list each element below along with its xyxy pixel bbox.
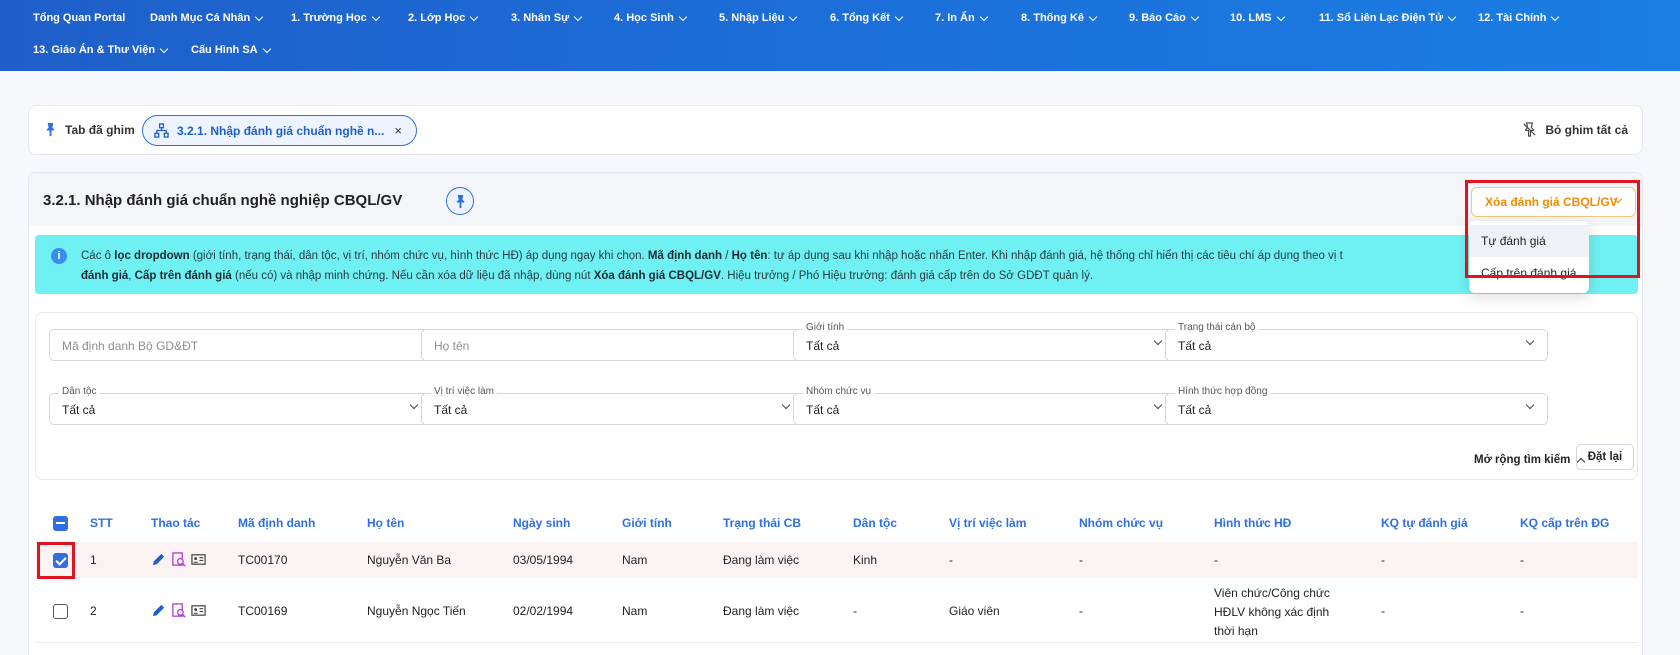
nav-item-so-lien-lac[interactable]: 11. Sổ Liên Lạc Điện Tử bbox=[1319, 12, 1457, 24]
pin-icon bbox=[46, 122, 55, 137]
pin-icon bbox=[456, 194, 464, 208]
col-gioi-tinh: Giới tính bbox=[622, 516, 672, 530]
page-title: 3.2.1. Nhập đánh giá chuẩn nghề nghiệp C… bbox=[43, 192, 403, 209]
table-header: STT Thao tác Mã định danh Họ tên Ngày si… bbox=[43, 513, 1623, 533]
nav-item-nhan-su[interactable]: 3. Nhân Sự bbox=[511, 12, 583, 24]
chevron-down-icon bbox=[470, 12, 479, 21]
delete-evaluation-menu: Tự đánh giá Cấp trên đánh giá bbox=[1469, 221, 1589, 293]
nav-item-tong-ket[interactable]: 6. Tổng Kết bbox=[830, 12, 904, 24]
nav-item-nhap-lieu[interactable]: 5. Nhập Liệu bbox=[719, 12, 798, 24]
row-actions bbox=[151, 603, 206, 618]
menu-item-tu-danh-gia[interactable]: Tự đánh giá bbox=[1469, 225, 1589, 257]
chevron-down-icon bbox=[254, 12, 264, 21]
chevron-down-icon bbox=[409, 400, 419, 410]
chevron-down-icon bbox=[159, 44, 169, 53]
edit-icon[interactable] bbox=[151, 552, 166, 567]
top-navigation: Tổng Quan Portal Danh Mục Cá Nhân 1. Trư… bbox=[0, 0, 1680, 71]
chevron-down-icon bbox=[1276, 12, 1285, 21]
chevron-down-icon bbox=[1153, 400, 1163, 410]
search-document-icon[interactable] bbox=[171, 603, 186, 618]
col-dan-toc: Dân tộc bbox=[853, 516, 898, 530]
row-checkbox[interactable] bbox=[53, 604, 68, 619]
nhom-chuc-vu-select[interactable]: Nhóm chức vụ Tất cả bbox=[793, 386, 1176, 425]
col-ho-ten: Họ tên bbox=[367, 516, 405, 530]
row-actions bbox=[151, 552, 206, 567]
nav-item-cau-hinh-sa[interactable]: Cấu Hình SA bbox=[191, 44, 271, 56]
nav-item-tai-chinh[interactable]: 12. Tài Chính bbox=[1478, 12, 1560, 24]
unpin-all-button[interactable]: Bỏ ghim tất cả bbox=[1522, 122, 1628, 137]
edit-icon[interactable] bbox=[151, 603, 166, 618]
close-icon[interactable]: × bbox=[394, 123, 402, 138]
pinned-tabs-bar: Tab đã ghim 3.2.1. Nhập đánh giá chuẩn n… bbox=[28, 105, 1643, 155]
pinned-tab-chip[interactable]: 3.2.1. Nhập đánh giá chuẩn nghề n... × bbox=[142, 115, 417, 146]
ho-ten-input[interactable]: Họ tên bbox=[421, 329, 804, 361]
pin-page-button[interactable] bbox=[446, 187, 474, 215]
chevron-down-icon bbox=[1447, 12, 1457, 21]
chevron-down-icon bbox=[979, 12, 988, 21]
nav-item-hoc-sinh[interactable]: 4. Học Sinh bbox=[614, 12, 688, 24]
gioi-tinh-select[interactable]: Giới tính Tất cả bbox=[793, 322, 1176, 361]
search-document-icon[interactable] bbox=[171, 552, 186, 567]
col-hinh-thuc: Hình thức HĐ bbox=[1214, 516, 1292, 530]
chevron-down-icon bbox=[1551, 12, 1560, 21]
col-ma-dinh-danh: Mã định danh bbox=[238, 516, 316, 530]
chevron-down-icon bbox=[262, 44, 271, 53]
filter-panel: Mã định danh Bộ GD&ĐT Họ tên Giới tính T… bbox=[35, 312, 1638, 480]
col-kq-tu-danh-gia: KQ tự đánh giá bbox=[1381, 516, 1468, 530]
reset-button[interactable]: Đặt lại bbox=[1576, 444, 1634, 470]
col-stt: STT bbox=[90, 516, 113, 530]
col-thao-tac: Thao tác bbox=[151, 516, 201, 530]
info-icon: i bbox=[51, 248, 67, 264]
ma-dinh-danh-input[interactable]: Mã định danh Bộ GD&ĐT bbox=[49, 329, 432, 361]
trang-thai-can-bo-select[interactable]: Trạng thái cán bộ Tất cả bbox=[1165, 322, 1548, 361]
col-vi-tri: Vị trí việc làm bbox=[949, 516, 1027, 530]
nav-item-in-an[interactable]: 7. In Ấn bbox=[935, 12, 988, 24]
unpin-icon bbox=[1523, 122, 1536, 137]
col-kq-cap-tren: KQ cấp trên ĐG bbox=[1520, 516, 1610, 530]
nav-item-lop-hoc[interactable]: 2. Lớp Học bbox=[408, 12, 479, 24]
chevron-down-icon bbox=[781, 400, 791, 410]
info-banner: i Các ô lọc dropdown (giới tính, trạng t… bbox=[35, 235, 1638, 294]
card-header: 3.2.1. Nhập đánh giá chuẩn nghề nghiệp C… bbox=[29, 173, 1642, 226]
delete-evaluation-button[interactable]: Xóa đánh giá CBQL/GV bbox=[1471, 187, 1636, 217]
main-card: 3.2.1. Nhập đánh giá chuẩn nghề nghiệp C… bbox=[28, 172, 1643, 655]
nav-item-tong-quan[interactable]: Tổng Quan Portal bbox=[33, 12, 125, 24]
chevron-down-icon bbox=[1525, 400, 1535, 410]
col-nhom-chuc-vu: Nhóm chức vụ bbox=[1079, 516, 1164, 530]
vi-tri-viec-lam-select[interactable]: Vị trí việc làm Tất cả bbox=[421, 386, 804, 425]
row-checkbox[interactable] bbox=[53, 553, 68, 568]
chevron-down-icon bbox=[789, 12, 798, 21]
nav-item-danh-muc[interactable]: Danh Mục Cá Nhân bbox=[150, 12, 264, 24]
chevron-down-icon bbox=[1153, 336, 1163, 346]
select-all-checkbox[interactable] bbox=[53, 516, 68, 531]
sitemap-icon bbox=[154, 123, 169, 138]
table-row: 1 TC00170 Nguyễn Văn Ba 03/05/1994 Nam Đ… bbox=[35, 542, 1638, 578]
col-ngay-sinh: Ngày sinh bbox=[513, 516, 571, 530]
chevron-down-icon bbox=[678, 12, 688, 21]
id-card-icon[interactable] bbox=[191, 603, 206, 618]
nav-item-lms[interactable]: 10. LMS bbox=[1230, 12, 1285, 24]
menu-item-cap-tren-danh-gia[interactable]: Cấp trên đánh giá bbox=[1469, 257, 1589, 289]
chevron-down-icon bbox=[894, 12, 904, 21]
nav-item-bao-cao[interactable]: 9. Báo Cáo bbox=[1129, 12, 1200, 24]
table-row: 2 TC00169 Nguyễn Ngọc Tiến 02/02/1994 Na… bbox=[35, 579, 1638, 643]
expand-search-toggle[interactable]: Mở rộng tìm kiếm bbox=[1474, 454, 1586, 467]
hinh-thuc-hop-dong-select[interactable]: Hình thức hợp đồng Tất cả bbox=[1165, 386, 1548, 425]
chevron-down-icon bbox=[1525, 336, 1535, 346]
pinned-tab-label: 3.2.1. Nhập đánh giá chuẩn nghề n... bbox=[177, 123, 385, 138]
dan-toc-select[interactable]: Dân tộc Tất cả bbox=[49, 386, 432, 425]
nav-item-truong-hoc[interactable]: 1. Trường Học bbox=[291, 12, 380, 24]
col-trang-thai: Trạng thái CB bbox=[723, 516, 802, 530]
nav-item-thong-ke[interactable]: 8. Thống Kê bbox=[1021, 12, 1098, 24]
nav-item-giao-an[interactable]: 13. Giáo Án & Thư Viện bbox=[33, 44, 169, 56]
pinned-tabs-label: Tab đã ghim bbox=[43, 122, 135, 137]
chevron-down-icon bbox=[1088, 12, 1098, 21]
chevron-down-icon bbox=[1190, 12, 1200, 21]
chevron-down-icon bbox=[573, 12, 583, 21]
id-card-icon[interactable] bbox=[191, 552, 206, 567]
chevron-down-icon bbox=[371, 12, 380, 21]
